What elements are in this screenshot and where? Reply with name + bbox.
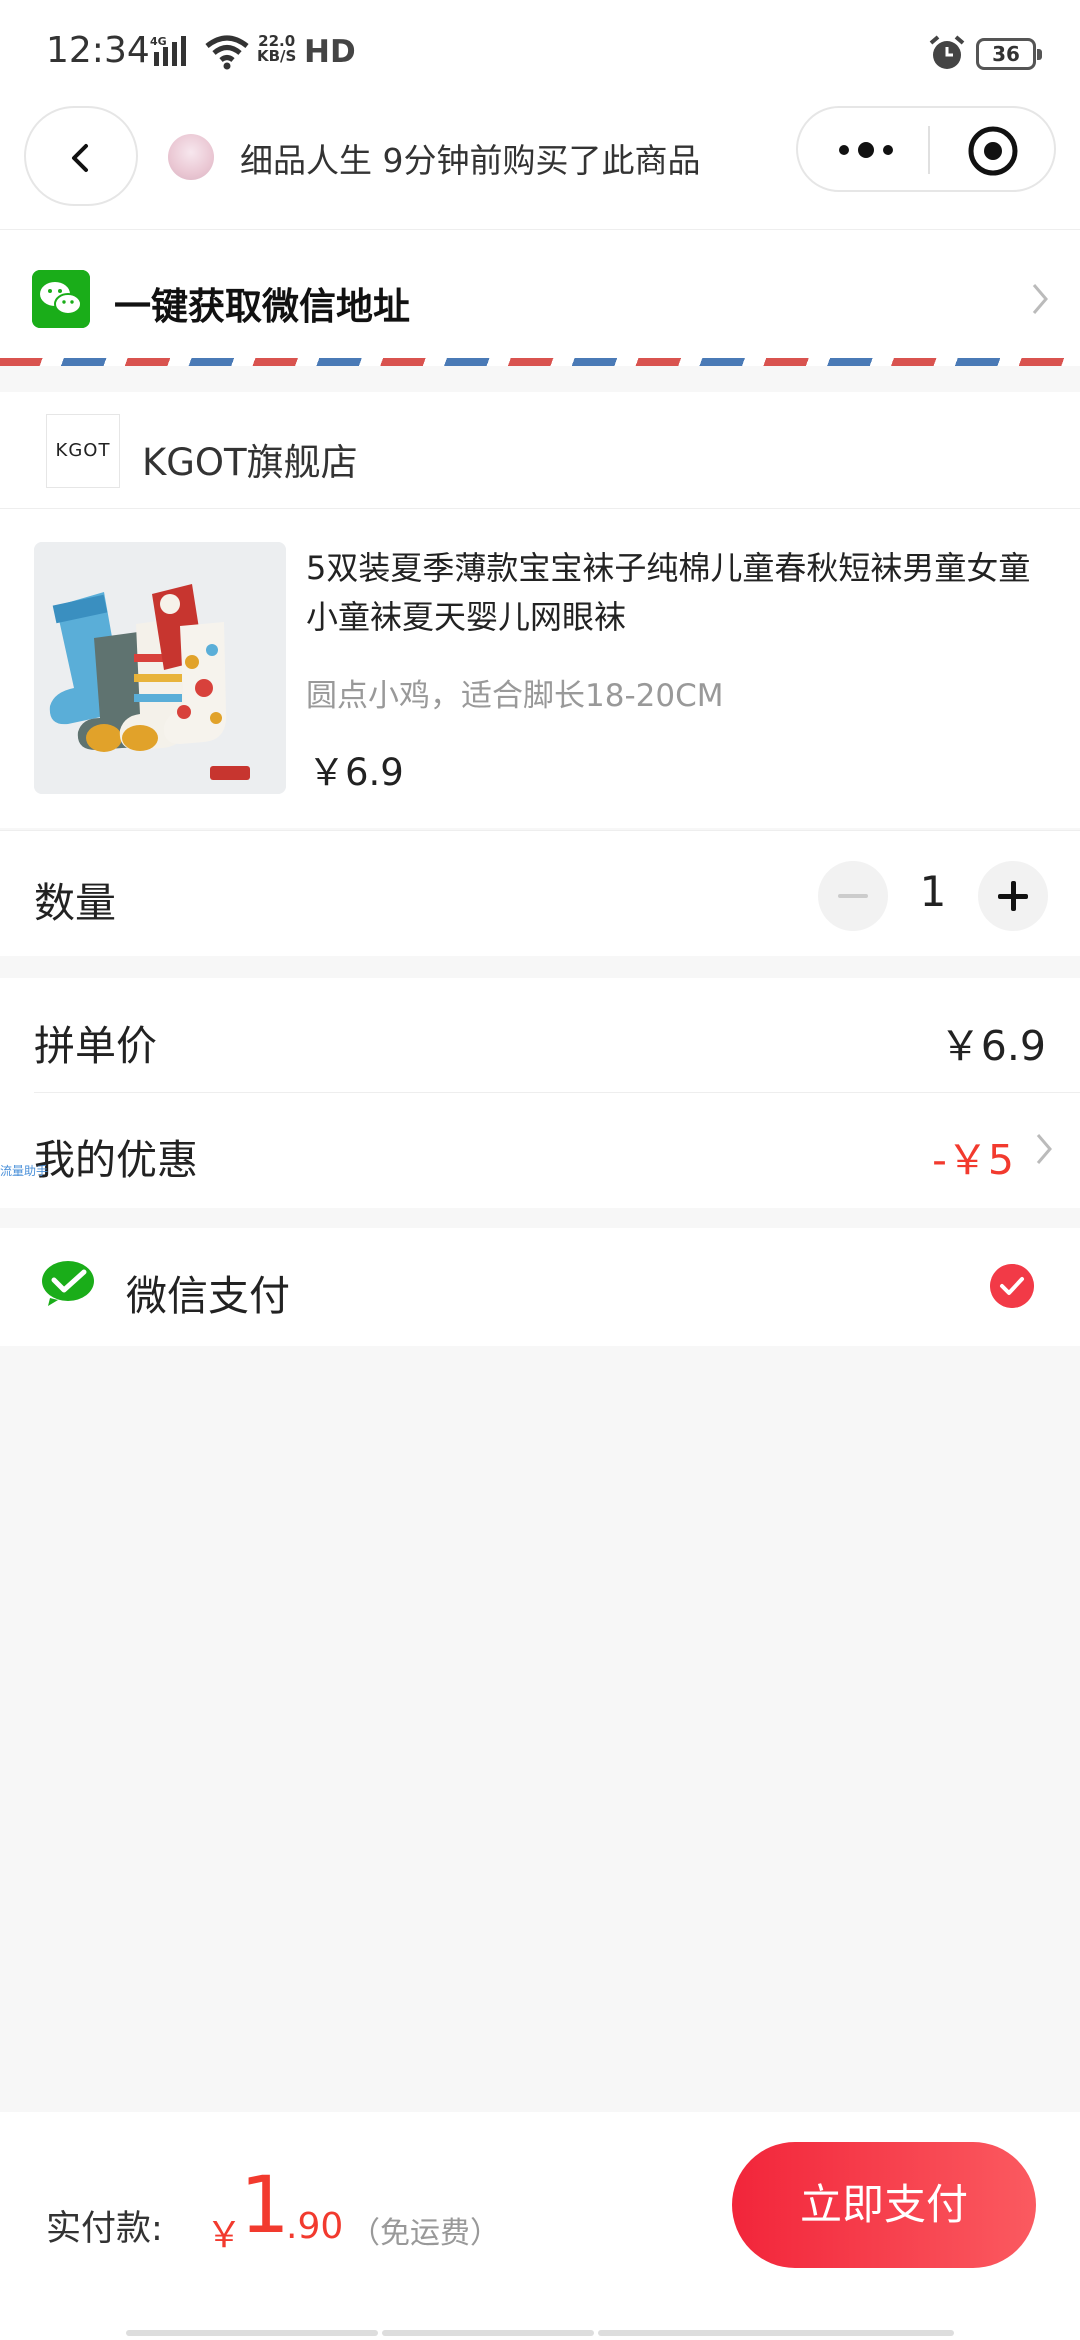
discount-value[interactable]: -￥5 <box>932 1126 1014 1186</box>
payment-method-row[interactable]: 微信支付 <box>0 1228 1080 1346</box>
top-nav: 细品人生 9分钟前购买了此商品 <box>0 104 1080 230</box>
socks-illustration <box>34 542 286 794</box>
total-currency: ￥ <box>206 2215 243 2256</box>
chevron-right-icon <box>1032 284 1048 314</box>
buyer-avatar <box>168 134 214 180</box>
quantity-row: 数量 1 <box>0 830 1080 956</box>
mini-program-capsule <box>796 106 1056 192</box>
product-spec: 圆点小鸡，适合脚长18-20CM <box>306 678 724 714</box>
traffic-helper-link[interactable]: 流量助手 <box>0 1162 48 1179</box>
more-icon[interactable] <box>836 132 896 168</box>
capsule-divider <box>928 126 930 174</box>
product-title[interactable]: 5双装夏季薄款宝宝袜子纯棉儿童春秋短袜男童女童小童袜夏天婴儿网眼袜 <box>306 544 1046 642</box>
recent-purchase-banner: 细品人生 9分钟前购买了此商品 <box>240 141 701 180</box>
wechat-icon <box>32 270 90 328</box>
plus-icon[interactable] <box>978 861 1048 931</box>
minus-icon[interactable] <box>818 861 888 931</box>
status-bar: 12:34 4G 22.0 KB/S HD 36 <box>0 0 1080 104</box>
order-item-card: KGOT KGOT旗舰店 5双装夏季薄款宝宝袜子纯棉儿童春秋短袜男童女童小童袜夏… <box>0 392 1080 828</box>
wechat-pay-icon <box>42 1261 94 1306</box>
total-decimal: .90 <box>286 2206 344 2247</box>
unit-price-label: 拼单价 <box>34 1022 157 1070</box>
back-button[interactable] <box>24 106 138 206</box>
battery-icon: 36 <box>976 38 1042 70</box>
total-label: 实付款: <box>46 2209 163 2249</box>
hd-indicator: HD <box>304 34 356 70</box>
wechat-address-row[interactable]: 一键获取微信地址 <box>0 230 1080 366</box>
quantity-value: 1 <box>919 867 947 916</box>
divider <box>34 1092 1080 1093</box>
chevron-right-icon[interactable] <box>1034 1132 1054 1166</box>
status-time: 12:34 <box>46 30 150 71</box>
alarm-icon <box>929 35 965 69</box>
svg-text:4G: 4G <box>150 35 167 48</box>
product-price: ￥6.9 <box>308 751 404 794</box>
signal-icon: 4G <box>150 35 186 66</box>
payment-method-label: 微信支付 <box>126 1272 290 1320</box>
unit-price-value: ￥6.9 <box>939 1022 1046 1070</box>
checkout-bar: 实付款: ￥ 1 .90 （免运费） 立即支付 <box>0 2112 1080 2340</box>
quantity-label: 数量 <box>34 879 116 927</box>
home-indicator[interactable] <box>126 2330 954 2336</box>
back-icon <box>72 144 88 172</box>
pay-now-button[interactable]: 立即支付 <box>732 2142 1036 2268</box>
address-label: 一键获取微信地址 <box>114 285 410 328</box>
divider <box>0 508 1080 509</box>
airmail-border <box>0 358 1080 366</box>
price-summary: 拼单价 ￥6.9 我的优惠 -￥5 <box>0 978 1080 1208</box>
product-image[interactable] <box>34 542 286 794</box>
shop-logo: KGOT <box>46 414 120 488</box>
target-icon[interactable] <box>966 124 1020 178</box>
shipping-note: （免运费） <box>350 2216 500 2251</box>
wifi-icon <box>205 35 249 70</box>
discount-label[interactable]: 我的优惠 <box>34 1126 198 1186</box>
total-integer: 1 <box>240 2161 290 2251</box>
check-icon[interactable] <box>990 1264 1034 1308</box>
shop-name[interactable]: KGOT旗舰店 <box>142 432 358 486</box>
network-speed: 22.0 KB/S <box>257 32 297 65</box>
